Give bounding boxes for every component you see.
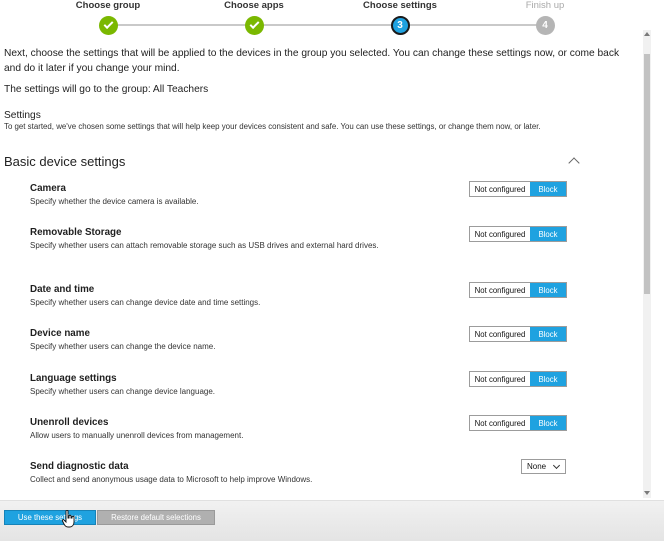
- unenroll-devices-toggle[interactable]: Not configured Block: [469, 415, 567, 431]
- date-and-time-toggle[interactable]: Not configured Block: [469, 282, 567, 298]
- option-block[interactable]: Block: [530, 227, 566, 241]
- intro-text: Next, choose the settings that will be a…: [4, 48, 620, 74]
- setting-description: Specify whether users can change the dev…: [30, 342, 216, 351]
- option-not-configured[interactable]: Not configured: [470, 372, 530, 386]
- setting-description: Specify whether users can change device …: [30, 387, 216, 396]
- hand-pointer-icon: [62, 510, 75, 528]
- step-label: Choose group: [75, 0, 141, 11]
- option-not-configured[interactable]: Not configured: [470, 227, 530, 241]
- target-group-text: The settings will go to the group: All T…: [4, 84, 209, 95]
- stepper-line: [108, 24, 546, 26]
- option-block[interactable]: Block: [530, 283, 566, 297]
- scroll-down-arrow-icon[interactable]: [643, 488, 651, 498]
- use-these-settings-button[interactable]: Use these settings: [4, 510, 96, 525]
- setting-description: Collect and send anonymous usage data to…: [30, 475, 313, 484]
- step-complete-check-icon: [98, 16, 118, 35]
- scroll-up-arrow-icon[interactable]: [643, 30, 651, 40]
- camera-toggle[interactable]: Not configured Block: [469, 181, 567, 197]
- settings-description: To get started, we've chosen some settin…: [4, 122, 541, 131]
- restore-default-selections-button[interactable]: Restore default selections: [97, 510, 215, 525]
- removable-storage-toggle[interactable]: Not configured Block: [469, 226, 567, 242]
- step-label: Choose settings: [363, 0, 437, 11]
- scrollbar-thumb[interactable]: [644, 54, 650, 294]
- footer-bar: Use these settings Restore default selec…: [0, 500, 664, 541]
- language-settings-toggle[interactable]: Not configured Block: [469, 371, 567, 387]
- option-block[interactable]: Block: [530, 182, 566, 196]
- setting-description: Specify whether users can change device …: [30, 298, 261, 307]
- step-number-current: 3: [390, 16, 410, 35]
- option-not-configured[interactable]: Not configured: [470, 182, 530, 196]
- device-name-toggle[interactable]: Not configured Block: [469, 326, 567, 342]
- step-label: Finish up: [525, 0, 565, 11]
- option-not-configured[interactable]: Not configured: [470, 416, 530, 430]
- option-not-configured[interactable]: Not configured: [470, 327, 530, 341]
- vertical-scrollbar[interactable]: [643, 30, 651, 498]
- setting-description: Allow users to manually unenroll devices…: [30, 431, 244, 440]
- chevron-down-icon: [552, 461, 561, 470]
- chevron-up-icon[interactable]: [567, 156, 581, 166]
- wizard-stepper: Choose group Choose apps Choose settings…: [0, 0, 664, 36]
- step-number-future: 4: [535, 16, 555, 35]
- step-finish-up: Finish up 4: [485, 0, 605, 35]
- option-block[interactable]: Block: [530, 327, 566, 341]
- option-block[interactable]: Block: [530, 416, 566, 430]
- section-title: Basic device settings: [4, 154, 126, 169]
- step-complete-check-icon: [244, 16, 264, 35]
- step-label: Choose apps: [224, 0, 284, 11]
- step-choose-apps[interactable]: Choose apps: [194, 0, 314, 35]
- setting-name: Send diagnostic data: [30, 461, 129, 472]
- setting-send-diagnostic-data: Send diagnostic data Collect and send an…: [30, 460, 570, 486]
- diagnostic-data-select[interactable]: None: [521, 459, 566, 474]
- option-not-configured[interactable]: Not configured: [470, 283, 530, 297]
- settings-heading: Settings: [4, 110, 41, 121]
- step-choose-group[interactable]: Choose group: [48, 0, 168, 35]
- select-value: None: [527, 462, 547, 471]
- option-block[interactable]: Block: [530, 372, 566, 386]
- setting-description: Specify whether users can attach removab…: [30, 241, 379, 250]
- setting-description: Specify whether the device camera is ava…: [30, 197, 199, 206]
- step-choose-settings[interactable]: Choose settings 3: [340, 0, 460, 35]
